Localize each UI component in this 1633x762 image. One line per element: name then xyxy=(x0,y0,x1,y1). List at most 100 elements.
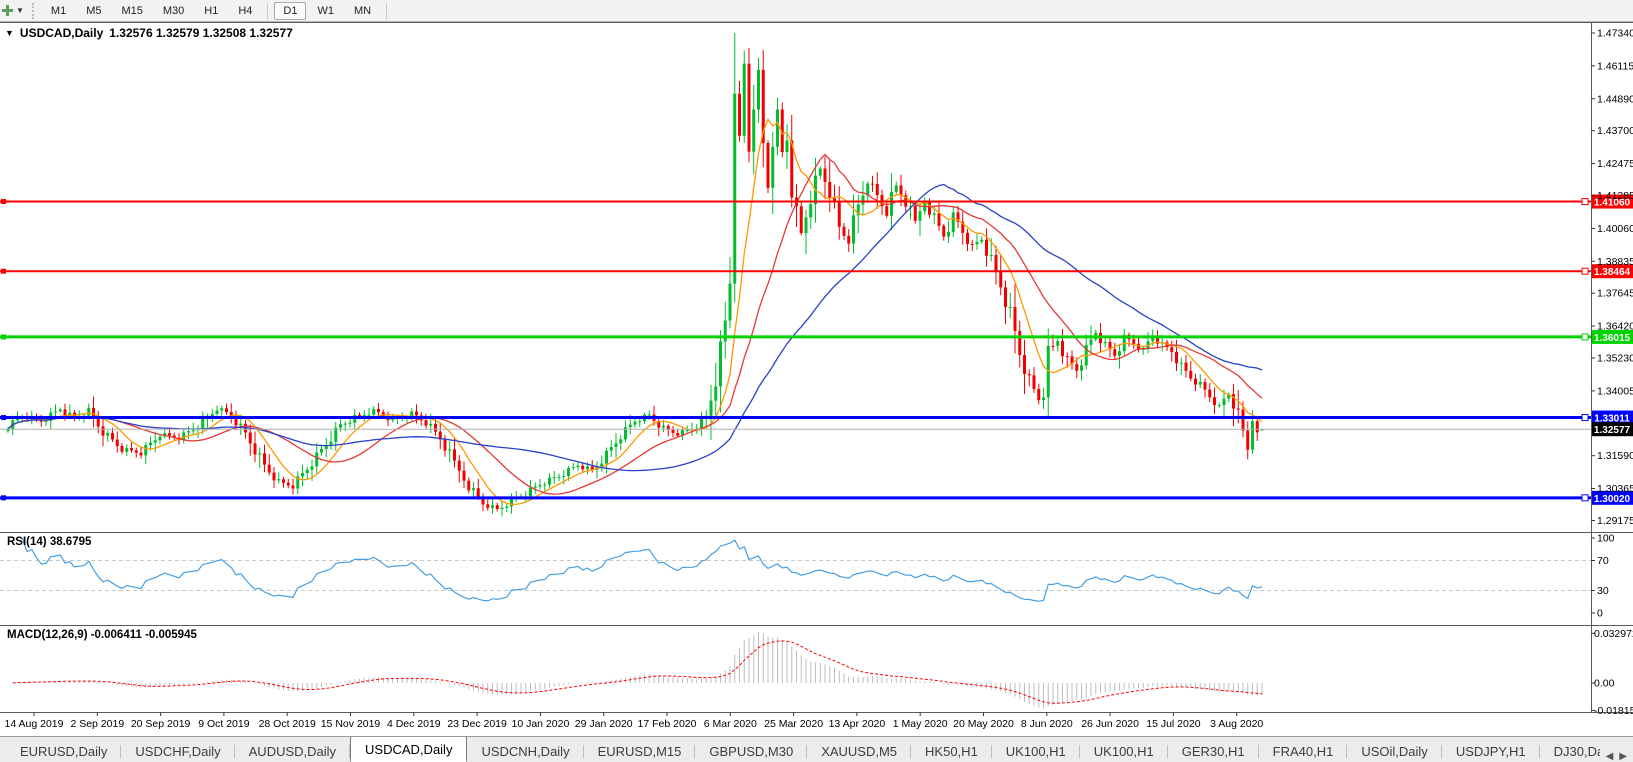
candle-body xyxy=(1175,351,1178,364)
candle-body xyxy=(111,432,114,440)
hline-right-anchor[interactable] xyxy=(1581,267,1589,275)
candle-body xyxy=(947,231,950,237)
current-price-label: 1.32577 xyxy=(1594,425,1631,436)
chart-tab-uk100-h1[interactable]: UK100,H1 xyxy=(1080,740,1168,762)
candle-body xyxy=(153,440,157,443)
candle-body xyxy=(267,464,271,473)
candle-body xyxy=(139,452,143,456)
candle-body xyxy=(1246,430,1250,450)
candle-body xyxy=(1032,375,1036,389)
hline-right-anchor[interactable] xyxy=(1581,414,1589,422)
candle-body xyxy=(130,448,133,451)
chart-tab-eurusd-m15[interactable]: EURUSD,M15 xyxy=(584,740,696,762)
date-tick-label: 10 Jan 2020 xyxy=(511,718,569,730)
candle-body xyxy=(662,425,665,428)
price-tick-label: 1.40060 xyxy=(1597,223,1633,235)
candle-body xyxy=(785,140,789,153)
hline-left-anchor[interactable] xyxy=(1,199,6,205)
candle-body xyxy=(1075,364,1079,371)
candle-body xyxy=(44,421,48,423)
chart-tab-fra40-h1[interactable]: FRA40,H1 xyxy=(1259,740,1348,762)
candle-body xyxy=(937,213,941,226)
hline-right-anchor[interactable] xyxy=(1581,494,1589,502)
chart-tab-ger30-h1[interactable]: GER30,H1 xyxy=(1168,740,1259,762)
hline-price-label: 1.30020 xyxy=(1594,494,1631,505)
chart-tab-usdjpy-h1[interactable]: USDJPY,H1 xyxy=(1442,740,1540,762)
candle-body xyxy=(348,422,352,424)
candle-body xyxy=(1189,370,1193,379)
candle-body xyxy=(581,465,585,470)
chevron-down-icon[interactable]: ▼ xyxy=(5,28,14,38)
candle-body xyxy=(225,408,228,413)
candle-body xyxy=(310,466,314,470)
tab-scroll-left-icon[interactable]: ◀ xyxy=(1606,751,1614,762)
price-tick-label: 1.37645 xyxy=(1597,288,1633,300)
chart-tab-audusd-daily[interactable]: AUDUSD,Daily xyxy=(235,740,351,762)
candle-body xyxy=(823,168,827,182)
ma-line-fast xyxy=(7,118,1263,506)
chart-tab-dj30-daily[interactable]: DJ30,Daily xyxy=(1540,740,1600,762)
candle-body xyxy=(1051,345,1055,347)
candle-body xyxy=(301,473,304,477)
candle-body xyxy=(799,206,803,234)
candle-body xyxy=(305,469,309,474)
chart-tab-xauusd-m5[interactable]: XAUUSD,M5 xyxy=(807,740,911,762)
candle-body xyxy=(1170,347,1174,352)
candle-body xyxy=(942,225,946,237)
candle-body xyxy=(1004,287,1007,308)
chart-tab-usoil-daily[interactable]: USOil,Daily xyxy=(1347,740,1443,762)
candle-body xyxy=(1089,339,1093,345)
candle-body xyxy=(543,484,547,486)
tab-scroll-right-icon[interactable]: ▶ xyxy=(1619,751,1627,762)
hline-left-anchor[interactable] xyxy=(1,415,6,421)
hline-left-anchor[interactable] xyxy=(1,495,6,501)
candle-body xyxy=(1065,356,1069,358)
candle-body xyxy=(980,239,984,242)
chart-tab-hk50-h1[interactable]: HK50,H1 xyxy=(911,740,992,762)
chart-tab-gbpusd-m30[interactable]: GBPUSD,M30 xyxy=(695,740,807,762)
price-tick-label: 1.42475 xyxy=(1597,158,1633,170)
candle-body xyxy=(719,341,722,387)
chart-tab-usdchf-daily[interactable]: USDCHF,Daily xyxy=(121,740,235,762)
candle-body xyxy=(495,505,499,510)
rsi-tick-label: 100 xyxy=(1597,533,1615,545)
price-tick-label: 1.46115 xyxy=(1597,60,1633,72)
candle-body xyxy=(362,414,366,416)
date-tick-label: 3 Aug 2020 xyxy=(1210,718,1263,730)
hline-left-anchor[interactable] xyxy=(1,268,6,274)
candle-body xyxy=(752,109,756,152)
chart-tab-eurusd-daily[interactable]: EURUSD,Daily xyxy=(6,740,122,762)
candle-body xyxy=(358,414,361,416)
date-tick-label: 20 May 2020 xyxy=(953,718,1014,730)
candle-body xyxy=(852,215,855,244)
hline-right-anchor[interactable] xyxy=(1581,198,1589,206)
hline-left-anchor[interactable] xyxy=(1,334,6,340)
candle-body xyxy=(766,142,770,188)
candle-body xyxy=(1056,341,1060,346)
main-chart[interactable]: 1.410601.384641.360151.330111.300201.325… xyxy=(0,0,1633,736)
candle-body xyxy=(1236,408,1240,410)
candle-body xyxy=(804,217,808,234)
candle-body xyxy=(771,146,775,188)
candle-body xyxy=(638,421,642,423)
candle-body xyxy=(700,418,703,429)
price-tick-label: 1.31590 xyxy=(1597,450,1633,462)
date-tick-label: 23 Dec 2019 xyxy=(447,718,507,730)
chart-tab-uk100-h1[interactable]: UK100,H1 xyxy=(992,740,1080,762)
candle-body xyxy=(286,482,290,486)
candle-body xyxy=(557,476,561,478)
price-tick-label: 1.44890 xyxy=(1597,93,1633,105)
candle-body xyxy=(548,477,551,485)
candle-body xyxy=(315,452,319,467)
candle-body xyxy=(738,93,741,136)
rsi-indicator-label: RSI(14) 38.6795 xyxy=(7,536,92,548)
trading-terminal-window: ▼ M1 M5 M15 M30 H1 H4 D1 W1 MN 1.41060 1.38464 1.3… xyxy=(0,0,1633,762)
candle-body xyxy=(932,213,936,215)
hline-right-anchor[interactable] xyxy=(1581,333,1589,341)
candle-body xyxy=(424,420,428,426)
chart-tab-usdcnh-daily[interactable]: USDCNH,Daily xyxy=(467,740,584,762)
candle-body xyxy=(334,427,338,442)
candle-body xyxy=(258,453,262,455)
chart-tab-usdcad-daily[interactable]: USDCAD,Daily xyxy=(350,737,468,762)
date-tick-label: 17 Feb 2020 xyxy=(638,718,697,730)
